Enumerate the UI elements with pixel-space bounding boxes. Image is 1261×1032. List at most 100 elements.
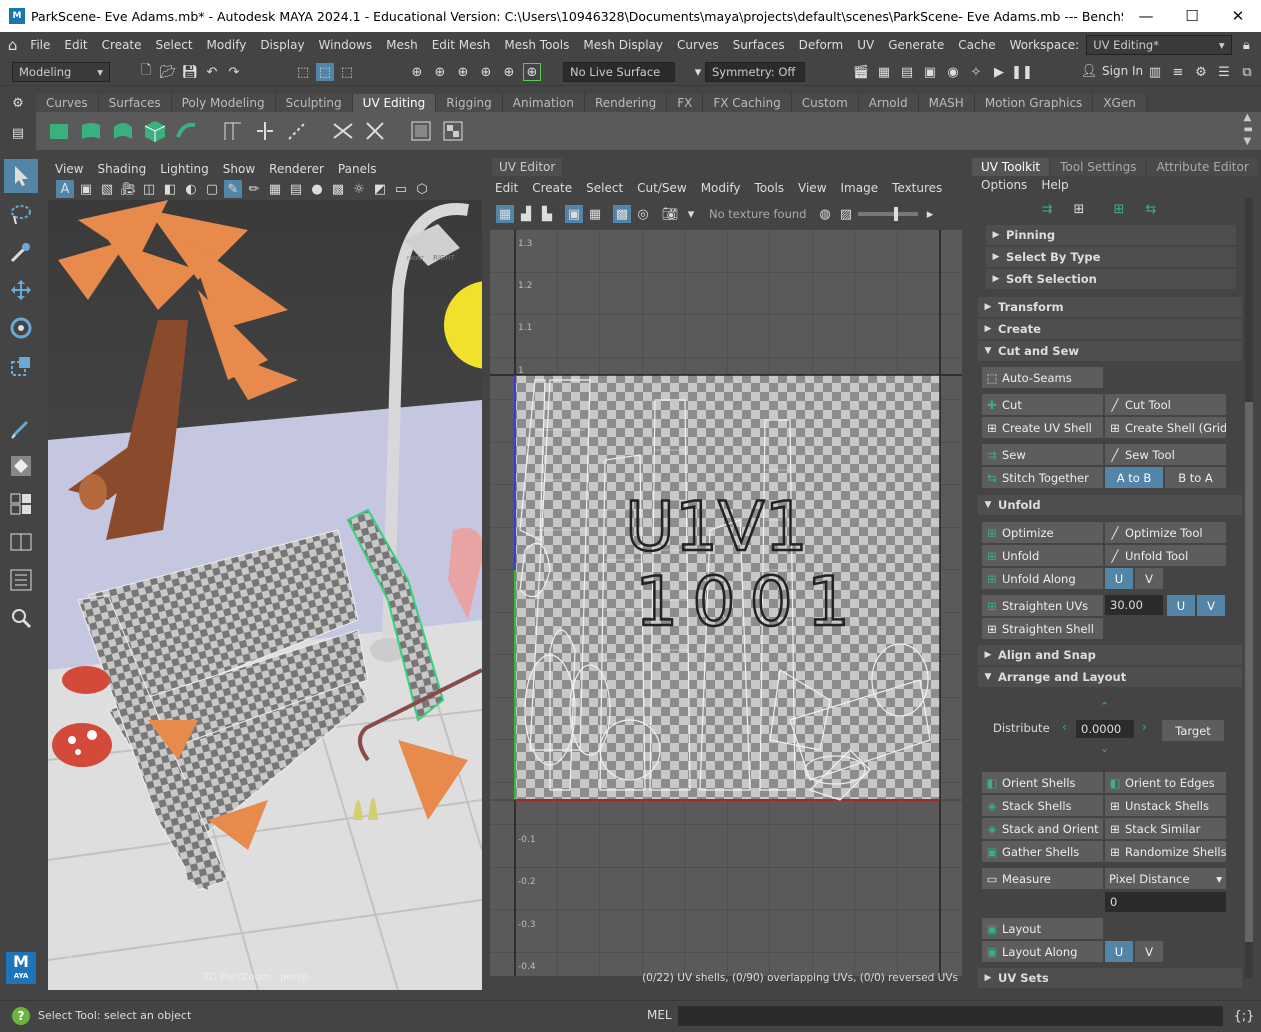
- toolkit-scrollbar[interactable]: [1245, 198, 1253, 978]
- select-component-icon[interactable]: ⬚: [338, 63, 356, 81]
- uv-grid-canvas[interactable]: U1V1 1001 1.3 1.2 1.1 1 -0.1 -0.2 -0.3 -…: [490, 230, 962, 976]
- safe-action-icon[interactable]: ▢: [203, 180, 221, 198]
- render-frame-icon[interactable]: ▦: [875, 63, 893, 81]
- two-view-icon[interactable]: [4, 525, 38, 559]
- uv-menu-modify[interactable]: Modify: [694, 181, 748, 195]
- menu-surfaces[interactable]: Surfaces: [726, 38, 792, 52]
- home-icon[interactable]: ⌂: [6, 36, 19, 54]
- sew-tool-button[interactable]: ╱ Sew Tool: [1105, 444, 1226, 465]
- lock-icon[interactable]: 🔒︎: [1240, 36, 1253, 54]
- image-plane-icon[interactable]: ▧: [98, 180, 116, 198]
- pencil-icon[interactable]: ✏︎: [245, 180, 263, 198]
- uv-checker-icon[interactable]: ▩: [613, 205, 631, 223]
- cylindrical-map-icon[interactable]: [78, 118, 104, 144]
- uv-menu-create[interactable]: Create: [525, 181, 579, 195]
- automatic-map-icon[interactable]: [142, 118, 168, 144]
- section-uv-sets[interactable]: ▶ UV Sets: [978, 968, 1242, 988]
- menu-curves[interactable]: Curves: [670, 38, 726, 52]
- pin-all-icon[interactable]: ⊞: [1110, 200, 1128, 218]
- menu-mesh-display[interactable]: Mesh Display: [576, 38, 670, 52]
- section-align-and-snap[interactable]: ▶ Align and Snap: [978, 645, 1242, 665]
- menu-cache[interactable]: Cache: [951, 38, 1002, 52]
- layout-along-v-button[interactable]: V: [1135, 941, 1163, 962]
- planar-map-icon[interactable]: [46, 118, 72, 144]
- menu-deform[interactable]: Deform: [792, 38, 851, 52]
- grease-pencil-icon[interactable]: ✎: [224, 180, 242, 198]
- shelf-tab-surfaces[interactable]: Surfaces: [98, 94, 172, 112]
- uv-more-icon[interactable]: ▸: [921, 205, 939, 223]
- camera-attributes-icon[interactable]: A: [56, 180, 74, 198]
- shelf-tab-xgen[interactable]: XGen: [1093, 94, 1147, 112]
- uv-menu-select[interactable]: Select: [579, 181, 630, 195]
- last-tool-icon[interactable]: [4, 411, 38, 445]
- grid-icon[interactable]: ▦: [266, 180, 284, 198]
- contour-stretch-icon[interactable]: [174, 118, 200, 144]
- distribute-down-icon[interactable]: ⌄: [1100, 742, 1109, 755]
- attribute-editor-icon[interactable]: ≡: [1169, 63, 1187, 81]
- select-object-icon[interactable]: ⬚: [316, 63, 334, 81]
- shadows-icon[interactable]: ◩: [371, 180, 389, 198]
- section-transform[interactable]: ▶ Transform: [978, 297, 1242, 317]
- section-unfold[interactable]: ▼ Unfold: [978, 495, 1242, 515]
- create-shell-grid-button[interactable]: ⊞ Create Shell (Grid): [1105, 417, 1226, 438]
- snap-surface-icon[interactable]: ⊕: [500, 63, 518, 81]
- menu-file[interactable]: File: [23, 38, 57, 52]
- cube-icon[interactable]: ⬡: [413, 180, 431, 198]
- cut-tool-button[interactable]: ╱ Cut Tool: [1105, 394, 1226, 415]
- channel-box-icon[interactable]: ☰: [1215, 63, 1233, 81]
- gather-shells-button[interactable]: ▣ Gather Shells: [982, 841, 1103, 862]
- uv-editor-title[interactable]: UV Editor: [492, 158, 563, 176]
- uv-menu-tools[interactable]: Tools: [747, 181, 791, 195]
- shelf-tab-animation[interactable]: Animation: [502, 94, 585, 112]
- chevron-down-icon[interactable]: ▾: [682, 205, 700, 223]
- shelf-tabs-icon[interactable]: ▤: [9, 124, 27, 142]
- modeling-toolkit-icon[interactable]: ▥: [1146, 63, 1164, 81]
- spherical-map-icon[interactable]: [110, 118, 136, 144]
- menu-generate[interactable]: Generate: [881, 38, 951, 52]
- sew-uv-icon[interactable]: [252, 118, 278, 144]
- menu-display[interactable]: Display: [253, 38, 311, 52]
- uv-menu-cut-sew[interactable]: Cut/Sew: [630, 181, 694, 195]
- target-button[interactable]: Target: [1162, 720, 1224, 741]
- invert-pin-icon[interactable]: ⇆: [1142, 200, 1160, 218]
- resolution-gate-icon[interactable]: ◧: [161, 180, 179, 198]
- script-editor-icon[interactable]: {;}: [1234, 1007, 1255, 1025]
- a-to-b-button[interactable]: A to B: [1105, 467, 1163, 488]
- checker-icon[interactable]: [440, 118, 466, 144]
- section-pinning[interactable]: ▶ Pinning: [986, 225, 1236, 245]
- vp-menu-show[interactable]: Show: [216, 162, 262, 176]
- uv-image-icon[interactable]: ▨: [837, 205, 855, 223]
- menu-mesh[interactable]: Mesh: [379, 38, 425, 52]
- command-line-input[interactable]: [678, 1006, 1223, 1026]
- menu-set-dropdown[interactable]: Modeling ▾: [12, 62, 110, 82]
- unstack-shells-button[interactable]: ⊞ Unstack Shells: [1105, 795, 1226, 816]
- unfold-along-u-button[interactable]: U: [1105, 568, 1133, 589]
- section-cut-and-sew[interactable]: ▼ Cut and Sew: [978, 341, 1242, 361]
- texture-field[interactable]: No texture found: [703, 204, 813, 224]
- stack-shells-button[interactable]: ◈ Stack Shells: [982, 795, 1103, 816]
- uv-menu-edit[interactable]: Edit: [488, 181, 525, 195]
- straighten-uvs-button[interactable]: ⊞ Straighten UVs: [982, 595, 1103, 616]
- paint-select-icon[interactable]: [4, 235, 38, 269]
- menu-uv[interactable]: UV: [850, 38, 881, 52]
- uv-wire-icon[interactable]: ▦: [586, 205, 604, 223]
- new-scene-icon[interactable]: 🗋︎: [137, 63, 155, 81]
- optimize-tool-button[interactable]: ╱ Optimize Tool: [1105, 522, 1226, 543]
- cut-uv-icon[interactable]: [220, 118, 246, 144]
- shelf-tab-motion-graphics[interactable]: Motion Graphics: [974, 94, 1094, 112]
- stack-similar-button[interactable]: ⊞ Stack Similar: [1105, 818, 1226, 839]
- straighten-shell-button[interactable]: ⊞ Straighten Shell: [982, 618, 1103, 639]
- cut-tool-icon[interactable]: [362, 118, 388, 144]
- uv-select-icon[interactable]: ▦: [496, 205, 514, 223]
- distribute-value-field[interactable]: 0.0000: [1076, 720, 1134, 738]
- minimize-button[interactable]: —: [1123, 0, 1169, 32]
- outliner-icon[interactable]: [4, 563, 38, 597]
- straighten-angle-field[interactable]: 30.00: [1105, 595, 1163, 615]
- snap-grid-icon[interactable]: ⊕: [408, 63, 426, 81]
- distribute-left-icon[interactable]: ‹: [1062, 720, 1067, 734]
- hypershade-icon[interactable]: ◉: [944, 63, 962, 81]
- vp-menu-lighting[interactable]: Lighting: [153, 162, 216, 176]
- uv-menu-view[interactable]: View: [791, 181, 833, 195]
- xray-icon[interactable]: ▭: [392, 180, 410, 198]
- toolkit-menu-help[interactable]: Help: [1034, 178, 1075, 192]
